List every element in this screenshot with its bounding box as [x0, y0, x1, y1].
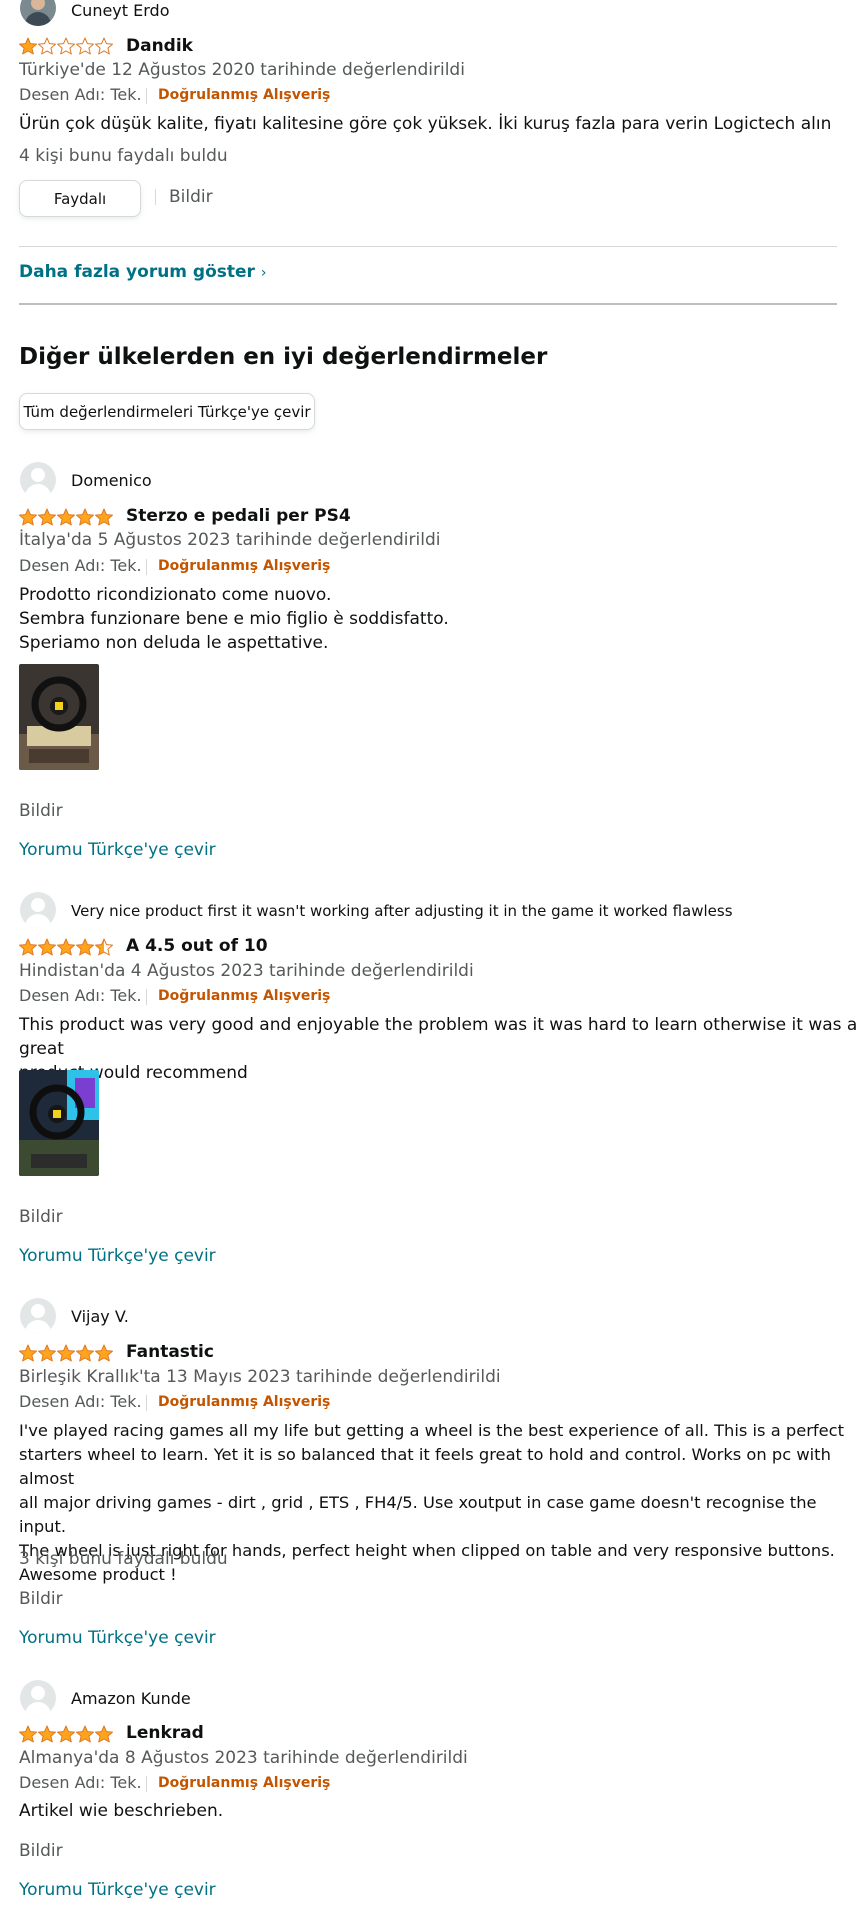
star-full-icon — [76, 1344, 94, 1362]
star-rating — [19, 1725, 115, 1743]
review-author: Cuneyt Erdo — [71, 1, 170, 20]
star-full-icon — [38, 508, 56, 526]
chevron-right-icon: › — [260, 265, 267, 281]
review-date: İtalya'da 5 Ağustos 2023 tarihinde değer… — [19, 530, 441, 550]
star-empty-icon — [38, 37, 56, 55]
star-rating — [19, 37, 115, 55]
verified-purchase-badge: Doğrulanmış Alışveriş — [158, 988, 331, 1004]
verified-purchase-badge: Doğrulanmış Alışveriş — [158, 558, 331, 574]
translate-review-link[interactable]: Yorumu Türkçe'ye çevir — [19, 1880, 216, 1900]
review-date: Hindistan'da 4 Ağustos 2023 tarihinde de… — [19, 961, 474, 981]
report-link[interactable]: Bildir — [19, 801, 63, 821]
review-author: Domenico — [71, 471, 152, 490]
helpful-button[interactable]: Faydalı — [19, 180, 141, 217]
section-heading: Diğer ülkelerden en iyi değerlendirmeler — [19, 344, 548, 370]
divider — [19, 303, 837, 305]
translate-review-link[interactable]: Yorumu Türkçe'ye çevir — [19, 1628, 216, 1648]
helpful-count: 3 kişi bunu faydalı buldu — [19, 1549, 228, 1569]
steering-wheel-photo — [19, 1070, 99, 1176]
star-rating — [19, 508, 115, 526]
star-full-icon — [38, 1725, 56, 1743]
review-body: Artikel wie beschrieben. — [19, 1801, 224, 1821]
star-full-icon — [95, 1725, 113, 1743]
review-image-thumbnail[interactable] — [19, 664, 99, 770]
star-full-icon — [57, 1344, 75, 1362]
avatar — [20, 462, 56, 498]
review-title[interactable]: A 4.5 out of 10 — [126, 936, 268, 956]
avatar — [20, 1298, 56, 1334]
report-link[interactable]: Bildir — [169, 187, 213, 207]
verified-purchase-badge: Doğrulanmış Alışveriş — [158, 1394, 331, 1410]
avatar — [20, 0, 56, 26]
divider — [19, 246, 837, 247]
variant-label[interactable]: Desen Adı: Tek. — [19, 1773, 142, 1792]
star-empty-icon — [57, 37, 75, 55]
review-body: Ürün çok düşük kalite, fiyatı kalitesine… — [19, 114, 832, 134]
star-empty-icon — [76, 37, 94, 55]
review-date: Almanya'da 8 Ağustos 2023 tarihinde değe… — [19, 1748, 468, 1768]
star-empty-icon — [95, 37, 113, 55]
review-title[interactable]: Dandik — [126, 36, 193, 56]
avatar — [20, 1680, 56, 1716]
star-full-icon — [38, 938, 56, 956]
review-date: Birleşik Krallık'ta 13 Mayıs 2023 tarihi… — [19, 1367, 501, 1387]
star-full-icon — [57, 938, 75, 956]
variant-label[interactable]: Desen Adı: Tek. — [19, 1392, 142, 1411]
star-rating — [19, 938, 115, 956]
star-full-icon — [57, 508, 75, 526]
review-title[interactable]: Sterzo e pedali per PS4 — [126, 506, 351, 526]
divider — [146, 989, 147, 1005]
star-rating — [19, 1344, 115, 1362]
divider — [146, 559, 147, 575]
report-link[interactable]: Bildir — [19, 1841, 63, 1861]
star-full-icon — [95, 508, 113, 526]
helpful-count: 4 kişi bunu faydalı buldu — [19, 146, 228, 166]
divider — [146, 1776, 147, 1792]
star-full-icon — [57, 1725, 75, 1743]
star-full-icon — [19, 938, 37, 956]
divider — [146, 88, 147, 104]
review-image-thumbnail[interactable] — [19, 1070, 99, 1176]
more-reviews-label: Daha fazla yorum göster — [19, 262, 255, 282]
star-full-icon — [76, 508, 94, 526]
more-reviews-link[interactable]: Daha fazla yorum göster › — [19, 262, 266, 282]
review-body: Prodotto ricondizionato come nuovo. Semb… — [19, 585, 449, 653]
star-full-icon — [19, 37, 37, 55]
review-author: Vijay V. — [71, 1307, 129, 1326]
star-full-icon — [19, 508, 37, 526]
translate-review-link[interactable]: Yorumu Türkçe'ye çevir — [19, 1246, 216, 1266]
translate-all-button[interactable]: Tüm değerlendirmeleri Türkçe'ye çevir — [19, 393, 315, 430]
review-author: Amazon Kunde — [71, 1689, 191, 1708]
divider — [146, 1395, 147, 1411]
star-half-icon — [95, 938, 113, 956]
star-full-icon — [19, 1725, 37, 1743]
verified-purchase-badge: Doğrulanmış Alışveriş — [158, 87, 331, 103]
star-full-icon — [76, 1725, 94, 1743]
report-link[interactable]: Bildir — [19, 1589, 63, 1609]
divider — [155, 189, 156, 205]
verified-purchase-badge: Doğrulanmış Alışveriş — [158, 1775, 331, 1791]
review-title[interactable]: Fantastic — [126, 1342, 214, 1362]
variant-label[interactable]: Desen Adı: Tek. — [19, 85, 142, 104]
review-body: This product was very good and enjoyable… — [19, 1015, 858, 1083]
variant-label[interactable]: Desen Adı: Tek. — [19, 556, 142, 575]
star-full-icon — [76, 938, 94, 956]
star-full-icon — [38, 1344, 56, 1362]
translate-review-link[interactable]: Yorumu Türkçe'ye çevir — [19, 840, 216, 860]
report-link[interactable]: Bildir — [19, 1207, 63, 1227]
review-author: Very nice product first it wasn't workin… — [71, 902, 733, 920]
star-full-icon — [95, 1344, 113, 1362]
avatar — [20, 892, 56, 928]
steering-wheel-photo — [19, 664, 99, 770]
star-full-icon — [19, 1344, 37, 1362]
review-title[interactable]: Lenkrad — [126, 1723, 204, 1743]
variant-label[interactable]: Desen Adı: Tek. — [19, 986, 142, 1005]
review-date: Türkiye'de 12 Ağustos 2020 tarihinde değ… — [19, 60, 465, 80]
